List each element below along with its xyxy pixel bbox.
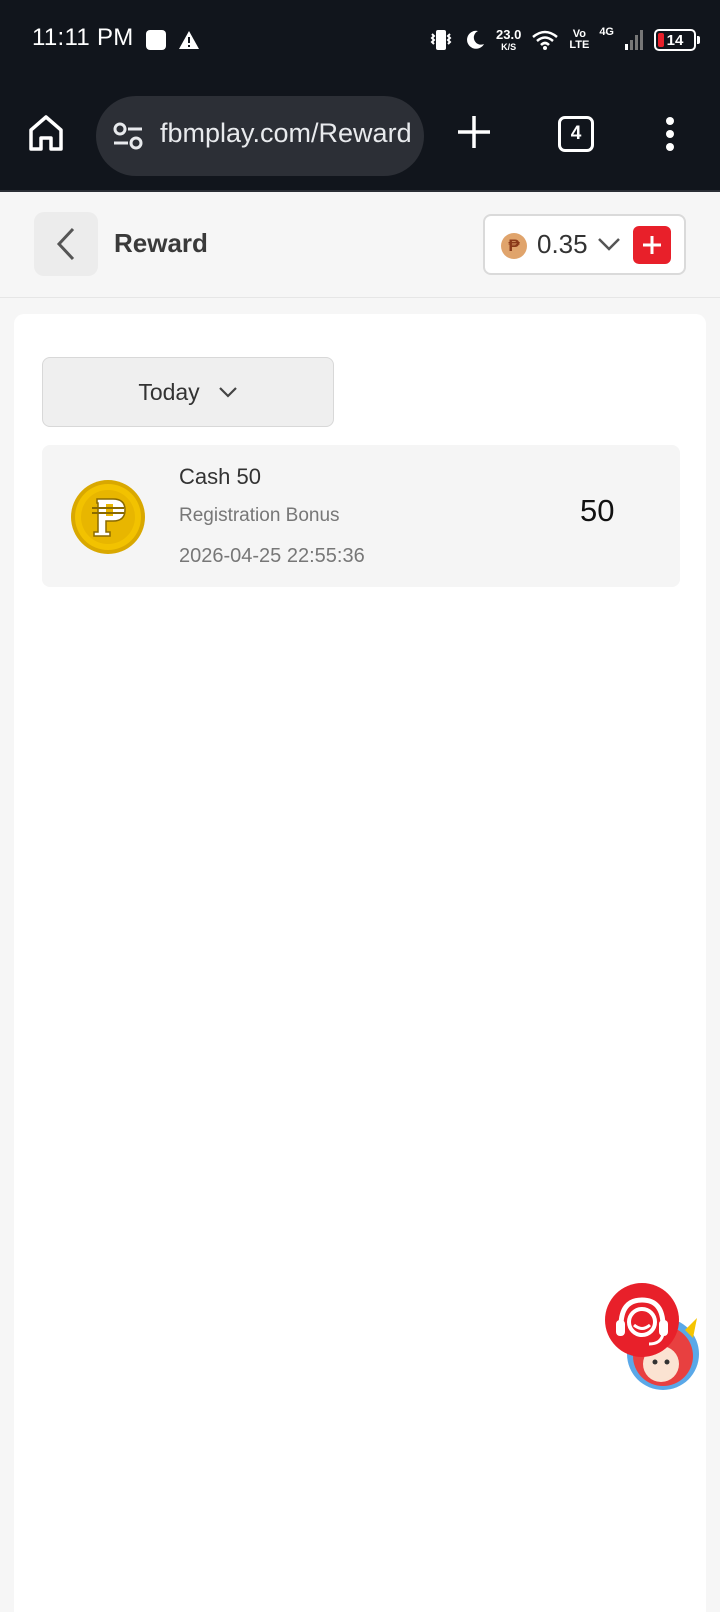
battery-icon: 14 (654, 29, 700, 51)
signal-icon (625, 30, 643, 50)
peso-coin-icon (71, 480, 145, 554)
network-type: 4G (599, 26, 614, 38)
reward-amount: 50 (580, 493, 615, 528)
deposit-button[interactable] (633, 226, 671, 264)
chevron-down-icon (598, 238, 620, 251)
status-bar: 11:11 PM 23.0 K/S Vo LTE 4G 14 (0, 0, 720, 82)
net-speed: 23.0 K/S (496, 27, 522, 52)
page-header: Reward ₱ 0.35 (0, 192, 720, 298)
address-bar[interactable]: fbmplay.com/Reward (96, 96, 424, 176)
plus-icon (643, 236, 661, 254)
url-text[interactable]: fbmplay.com/Reward (160, 118, 410, 149)
reward-source: Registration Bonus (179, 505, 340, 526)
reward-title: Cash 50 (179, 464, 261, 489)
customer-support-icon[interactable] (603, 1282, 705, 1392)
peso-coin-icon: ₱ (501, 233, 527, 259)
chevron-down-icon (218, 387, 237, 398)
content-card: Today Cash 50 Registration Bonus 2026-04… (14, 314, 706, 1612)
balance-value: 0.35 (537, 229, 588, 259)
vibrate-icon (430, 30, 452, 50)
browser-toolbar: fbmplay.com/Reward 4 (0, 82, 720, 192)
chevron-left-icon (56, 227, 75, 261)
home-icon[interactable] (28, 114, 64, 152)
new-tab-icon[interactable] (456, 114, 492, 150)
site-settings-icon[interactable] (112, 122, 144, 150)
page-title: Reward (114, 228, 208, 258)
wifi-icon (532, 30, 559, 50)
notification-app-icon (146, 30, 166, 50)
warning-icon (179, 31, 199, 49)
reward-list-item: Cash 50 Registration Bonus 2026-04-25 22… (42, 445, 680, 587)
reward-timestamp: 2026-04-25 22:55:36 (179, 545, 365, 567)
date-filter-dropdown[interactable]: Today (42, 357, 334, 427)
volte-indicator: Vo LTE (569, 28, 590, 51)
balance-selector[interactable]: ₱ 0.35 (483, 214, 686, 275)
status-time: 11:11 PM (32, 24, 134, 51)
status-icons: 23.0 K/S Vo LTE 4G 14 (428, 24, 700, 56)
back-button[interactable] (34, 212, 98, 276)
tab-switcher-button[interactable]: 4 (558, 116, 594, 152)
more-menu-icon[interactable] (664, 116, 676, 152)
moon-icon (467, 30, 485, 49)
date-filter-label: Today (138, 378, 200, 405)
